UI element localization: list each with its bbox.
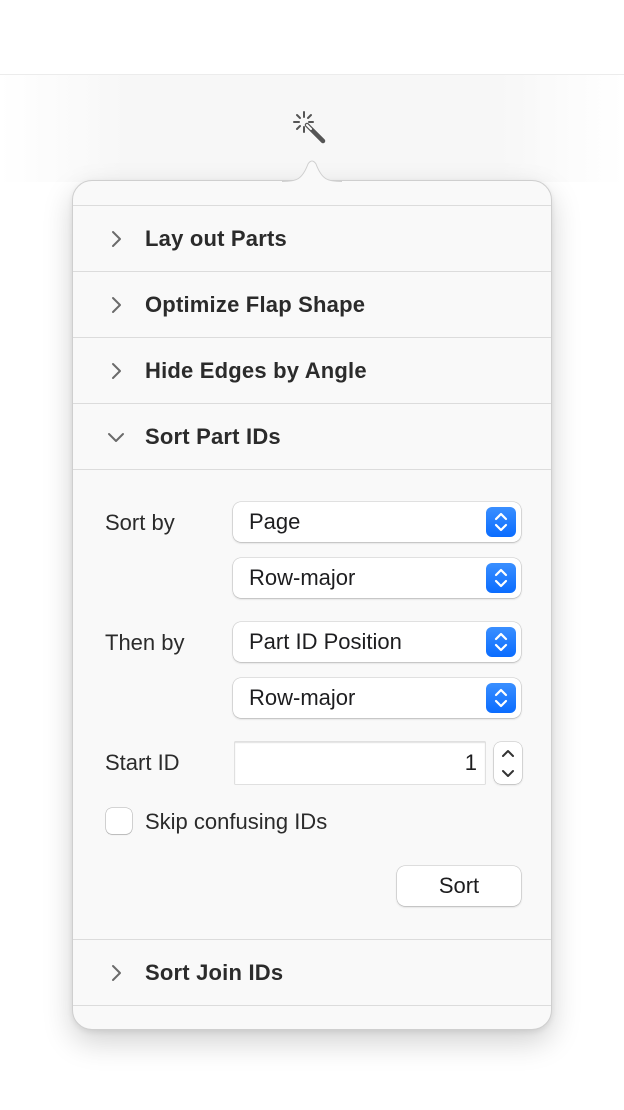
skip-confusing-ids-label: Skip confusing IDs <box>145 809 328 834</box>
section-hide-edges-by-angle[interactable]: Hide Edges by Angle <box>73 337 551 403</box>
tools-popover: Lay out Parts Optimize Flap Shape Hide E… <box>72 180 552 1030</box>
magic-wand-toolbar-button[interactable] <box>288 106 332 150</box>
sort-by-primary-popup[interactable]: Page <box>233 502 521 542</box>
then-by-primary-popup[interactable]: Part ID Position <box>233 622 521 662</box>
section-title: Sort Join IDs <box>145 959 284 985</box>
section-title: Hide Edges by Angle <box>145 357 367 383</box>
up-down-chevron-icon <box>486 683 516 713</box>
popover-arrow <box>282 160 342 182</box>
section-title: Optimize Flap Shape <box>145 291 366 317</box>
chevron-down-icon <box>107 428 125 446</box>
chevron-right-icon <box>107 296 125 314</box>
then-by-secondary-popup[interactable]: Row-major <box>233 678 521 718</box>
popup-value: Part ID Position <box>249 629 402 654</box>
stepper-down-icon[interactable] <box>494 763 522 784</box>
popup-value: Row-major <box>249 685 356 710</box>
start-id-label: Start ID <box>105 750 180 775</box>
sort-part-ids-panel: Sort by Page Row-major Then by Part ID P… <box>73 469 551 939</box>
section-title: Lay out Parts <box>145 225 287 251</box>
popup-value: Page <box>249 509 301 534</box>
section-sort-part-ids[interactable]: Sort Part IDs <box>73 403 551 469</box>
chevron-right-icon <box>107 362 125 380</box>
up-down-chevron-icon <box>486 507 516 537</box>
section-sort-join-ids[interactable]: Sort Join IDs <box>73 939 551 1005</box>
start-id-field[interactable]: 1 <box>235 742 485 784</box>
section-lay-out-parts[interactable]: Lay out Parts <box>73 205 551 271</box>
stepper-up-icon[interactable] <box>494 742 522 763</box>
start-id-stepper[interactable] <box>494 742 522 784</box>
then-by-label: Then by <box>105 630 185 655</box>
divider <box>73 1005 551 1006</box>
skip-confusing-ids-checkbox[interactable] <box>106 808 132 834</box>
magic-wand-icon <box>293 111 326 144</box>
up-down-chevron-icon <box>486 627 516 657</box>
popup-value: Row-major <box>249 565 356 590</box>
section-optimize-flap-shape[interactable]: Optimize Flap Shape <box>73 271 551 337</box>
up-down-chevron-icon <box>486 563 516 593</box>
chevron-right-icon <box>107 964 125 982</box>
sort-by-secondary-popup[interactable]: Row-major <box>233 558 521 598</box>
chevron-right-icon <box>107 230 125 248</box>
sort-by-label: Sort by <box>105 510 175 535</box>
sort-button[interactable]: Sort <box>397 866 521 906</box>
section-title: Sort Part IDs <box>145 423 281 449</box>
